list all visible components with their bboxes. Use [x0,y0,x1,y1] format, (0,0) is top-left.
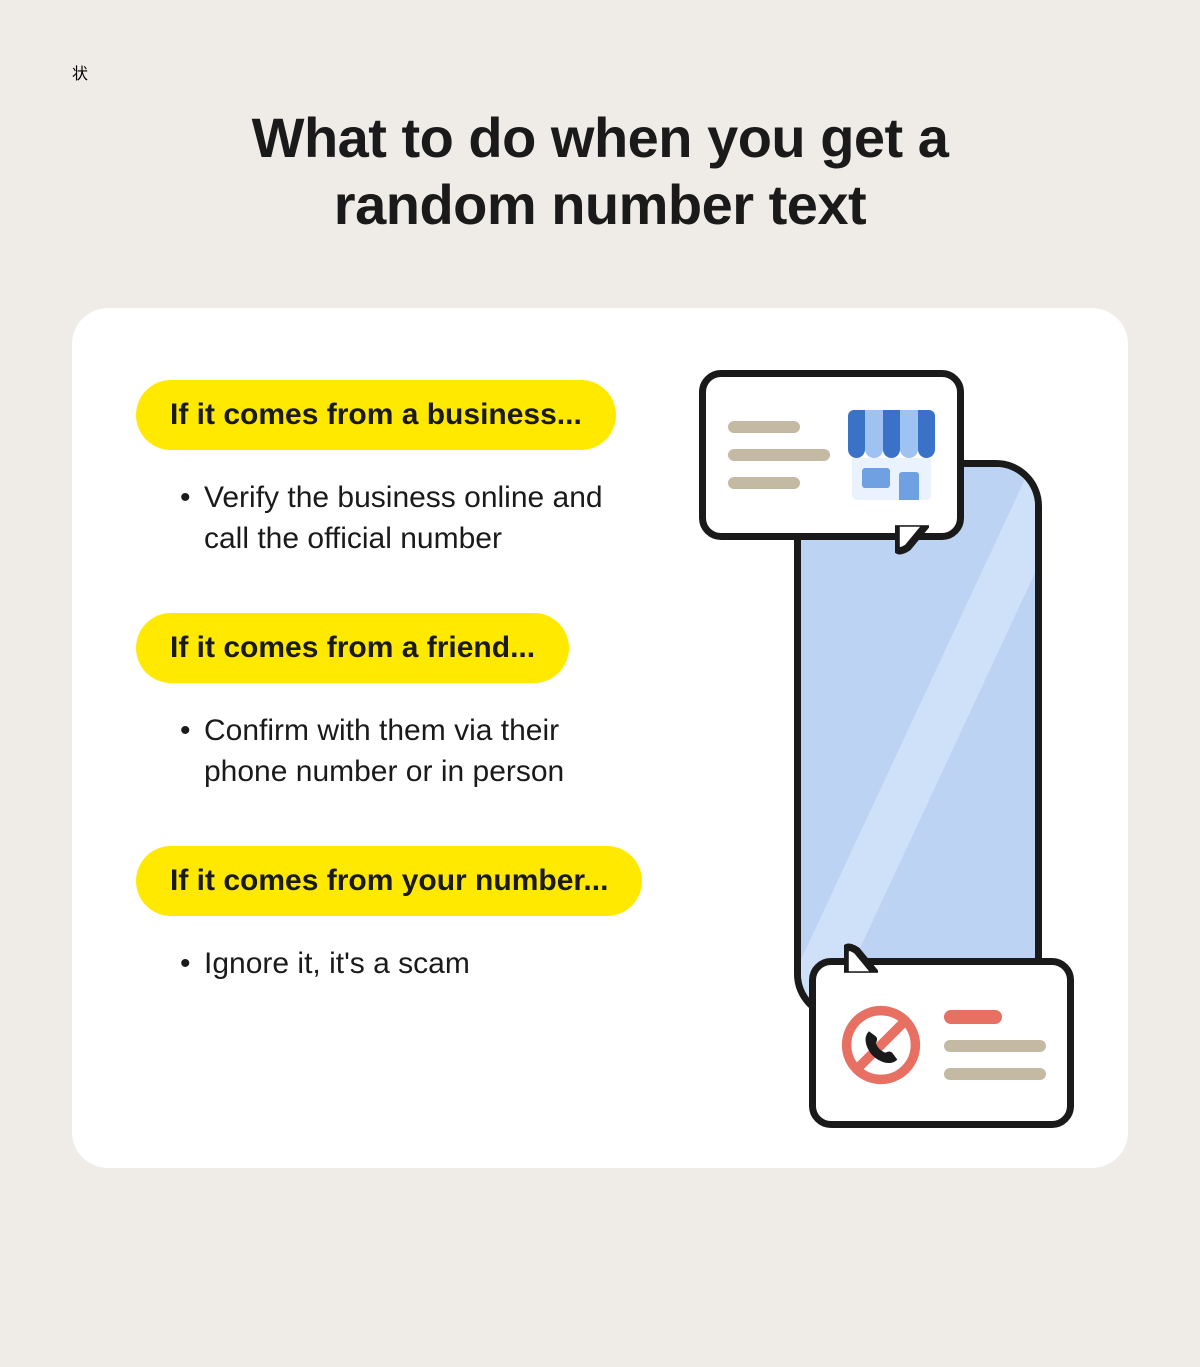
text-lines-icon [944,1010,1046,1080]
section-friend: If it comes from a friend... Confirm wit… [136,613,714,792]
speech-bubble-no-call [809,958,1074,1128]
pill-heading-your-number: If it comes from your number... [136,846,642,916]
page-title: What to do when you get a random number … [150,104,1050,238]
bullet-item: Ignore it, it's a scam [182,944,642,985]
bubble-tail-icon [844,942,878,976]
section-business: If it comes from a business... Verify th… [136,380,714,559]
section-your-number: If it comes from your number... Ignore i… [136,846,714,985]
pill-heading-friend: If it comes from a friend... [136,613,569,683]
bullet-list: Confirm with them via their phone number… [136,711,714,792]
text-column: If it comes from a business... Verify th… [136,380,714,1088]
illustration-column [734,380,1064,1088]
no-call-icon [838,1002,924,1088]
line-bar [728,449,830,461]
text-lines-icon [728,421,830,489]
bullet-item: Confirm with them via their phone number… [182,711,642,792]
line-bar [944,1040,1046,1052]
bullet-list: Ignore it, it's a scam [136,944,714,985]
bullet-item: Verify the business online and call the … [182,478,642,559]
bubble-tail-icon [895,522,929,556]
line-bar-red [944,1010,1002,1024]
store-icon [848,410,935,500]
speech-bubble-store [699,370,964,540]
pill-heading-business: If it comes from a business... [136,380,616,450]
content-card: If it comes from a business... Verify th… [72,308,1128,1168]
line-bar [728,477,800,489]
bullet-list: Verify the business online and call the … [136,478,714,559]
line-bar [944,1068,1046,1080]
line-bar [728,421,800,433]
